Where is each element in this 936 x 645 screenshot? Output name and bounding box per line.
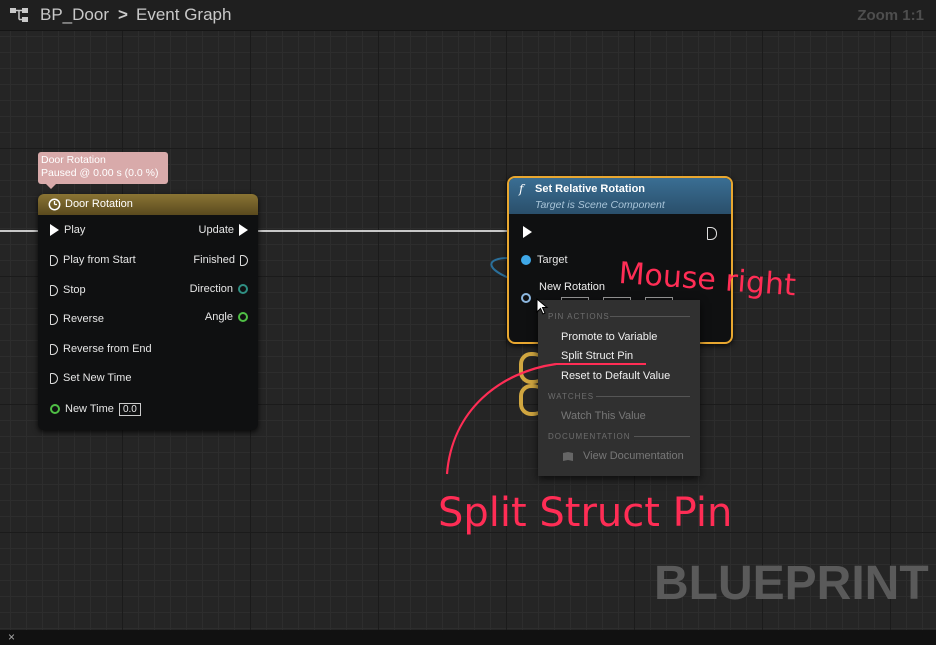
- bottom-bar: ×: [0, 630, 936, 645]
- annotation-layer: [445, 362, 646, 475]
- annotation-split-struct-pin: Split Struct Pin: [438, 490, 733, 536]
- annotation-arrow: [445, 362, 557, 475]
- blueprint-watermark: BLUEPRINT: [654, 557, 929, 610]
- close-icon[interactable]: ×: [8, 630, 15, 644]
